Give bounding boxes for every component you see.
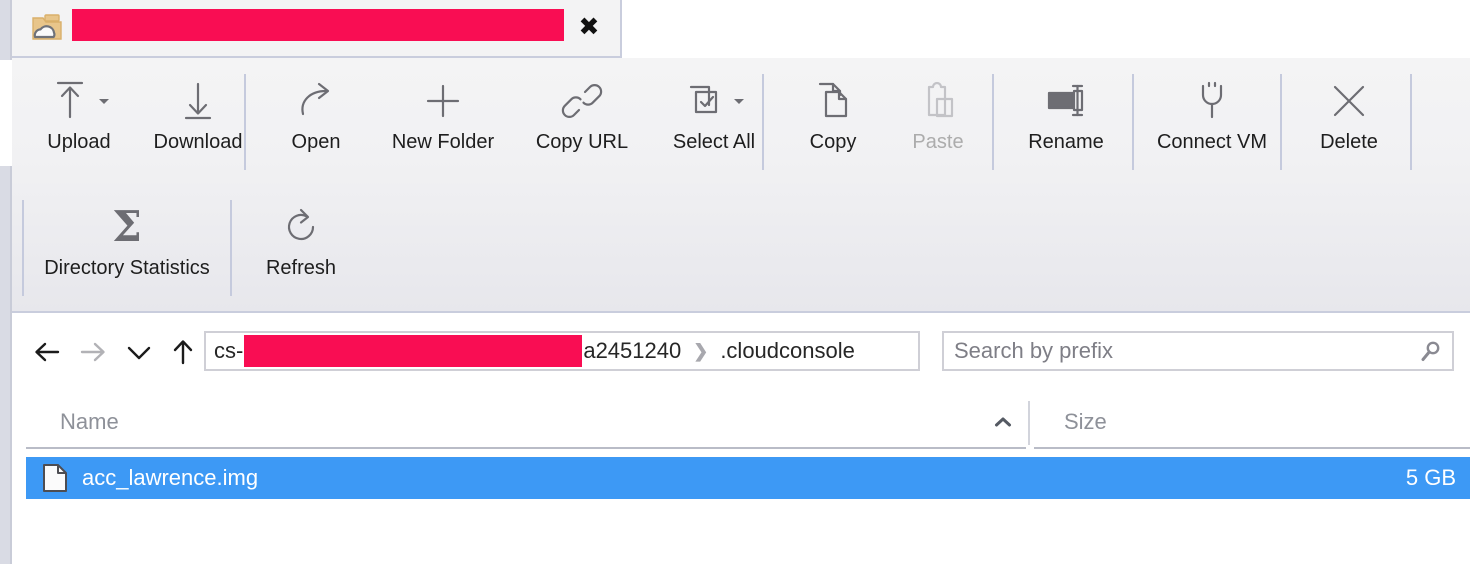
toolbar-button-directory-statistics-label: Directory Statistics (44, 257, 210, 279)
toolbar-divider-r2-0 (22, 200, 24, 296)
window-left-edge-top (0, 0, 10, 60)
clipboard-paste-icon (915, 72, 961, 130)
breadcrumb-folder[interactable]: .cloudconsole (720, 338, 855, 364)
storage-explorer-window: ✖ Upload Download Open New Folder Copy URL Se… (0, 0, 1470, 564)
toolbar-button-new-folder-label: New Folder (391, 131, 495, 153)
close-icon[interactable]: ✖ (576, 14, 602, 40)
breadcrumb-container-prefix: cs- (214, 338, 244, 363)
column-divider (1028, 401, 1030, 445)
file-size: 5 GB (1405, 465, 1456, 490)
checkbox-stack-icon (683, 72, 746, 130)
breadcrumb-container[interactable]: cs- a2451240 (214, 335, 681, 367)
cloud-folder-icon (30, 12, 64, 44)
forward-arrow-icon (76, 335, 110, 369)
breadcrumb-container-suffix: a2451240 (583, 338, 682, 363)
toolbar-button-copy[interactable]: Copy (784, 72, 882, 172)
tab-bar: ✖ (12, 0, 1470, 58)
up-arrow-icon[interactable] (166, 335, 200, 369)
column-header-size[interactable]: Size (1034, 397, 1470, 449)
breadcrumb-redaction-bar (244, 335, 583, 367)
toolbar-button-copy-url[interactable]: Copy URL (518, 72, 646, 172)
file-name: acc_lawrence.img (82, 465, 259, 490)
toolbar-divider-r1-1 (762, 74, 764, 170)
search-input[interactable]: Search by prefix (942, 331, 1454, 371)
toolbar-button-select-all[interactable]: Select All (648, 72, 780, 172)
window-left-edge-bottom (0, 166, 10, 564)
tab-active[interactable]: ✖ (12, 0, 622, 58)
toolbar-button-select-all-label: Select All (672, 131, 756, 153)
tab-title (72, 9, 564, 41)
column-header-name[interactable]: Name (26, 397, 1026, 449)
toolbar-button-copy-label: Copy (809, 131, 857, 153)
toolbar-button-upload-label: Upload (47, 131, 111, 153)
toolbar: Upload Download Open New Folder Copy URL Sele… (12, 58, 1470, 313)
toolbar-button-open-label: Open (291, 131, 341, 153)
toolbar-button-connect-vm[interactable]: Connect VM (1136, 72, 1288, 172)
file-document-icon (42, 463, 68, 493)
sigma-icon: Σ (112, 202, 142, 251)
toolbar-button-open[interactable]: Open (268, 72, 364, 172)
toolbar-divider-r1-2 (992, 74, 994, 170)
address-breadcrumb-bar[interactable]: cs- a2451240 ❯ .cloudconsole (204, 331, 920, 371)
navigation-bar: cs- a2451240 ❯ .cloudconsole Search by p… (12, 313, 1470, 389)
toolbar-button-delete[interactable]: Delete (1296, 72, 1402, 172)
toolbar-button-refresh-label: Refresh (265, 257, 337, 279)
link-chain-icon (560, 72, 604, 130)
toolbar-button-download-label: Download (153, 131, 243, 153)
upload-arrow-icon (48, 72, 111, 130)
search-magnifier-icon[interactable] (1418, 340, 1442, 364)
toolbar-divider-r1-5 (1410, 74, 1412, 170)
power-plug-icon (1190, 72, 1234, 130)
toolbar-button-rename-label: Rename (1028, 131, 1104, 153)
plus-icon (421, 72, 465, 130)
toolbar-button-refresh[interactable]: Refresh (240, 198, 362, 298)
rename-field-icon (1043, 72, 1089, 130)
refresh-circular-arrow-icon (279, 198, 323, 256)
breadcrumb-separator-icon: ❯ (693, 340, 709, 361)
toolbar-button-paste-label: Paste (912, 131, 964, 153)
x-cross-icon (1327, 72, 1371, 130)
toolbar-button-copy-url-label: Copy URL (535, 131, 629, 153)
file-list: Name Size acc_lawrence.img 5 GB (12, 389, 1470, 564)
toolbar-button-upload[interactable]: Upload (30, 72, 128, 172)
file-list-header: Name Size (26, 397, 1470, 449)
toolbar-button-connect-vm-label: Connect VM (1156, 131, 1268, 153)
toolbar-divider-r2-1 (230, 200, 232, 296)
toolbar-button-delete-label: Delete (1320, 131, 1378, 153)
toolbar-divider-r1-0 (244, 74, 246, 170)
table-row[interactable]: acc_lawrence.img 5 GB (26, 457, 1470, 499)
toolbar-button-new-folder[interactable]: New Folder (368, 72, 518, 172)
toolbar-button-directory-statistics[interactable]: Σ Directory Statistics (30, 198, 224, 298)
tab-title-redaction-bar (72, 9, 564, 41)
column-header-size-label: Size (1064, 409, 1107, 434)
toolbar-button-rename[interactable]: Rename (1004, 72, 1128, 172)
download-arrow-icon (176, 72, 220, 130)
toolbar-row-primary: Upload Download Open New Folder Copy URL Sele… (12, 58, 1470, 184)
search-placeholder: Search by prefix (954, 338, 1113, 363)
toolbar-button-paste: Paste (886, 72, 990, 172)
copy-pages-icon (810, 72, 856, 130)
back-arrow-icon[interactable] (30, 335, 64, 369)
column-header-name-label: Name (60, 409, 119, 434)
chevron-down-icon[interactable] (122, 335, 156, 369)
toolbar-divider-r1-3 (1132, 74, 1134, 170)
open-curved-arrow-icon (294, 72, 338, 130)
toolbar-divider-r1-4 (1280, 74, 1282, 170)
caret-up-icon[interactable] (994, 415, 1012, 427)
